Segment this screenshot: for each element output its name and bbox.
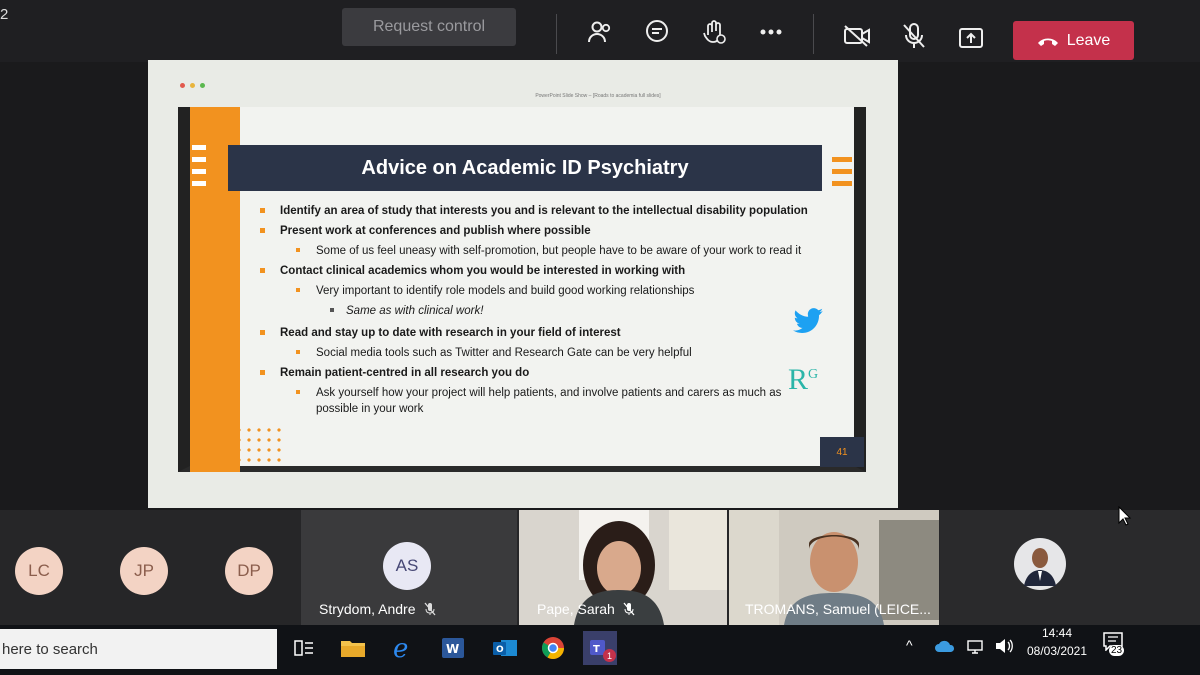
- hang-up-icon: [1037, 38, 1058, 46]
- decor-stripe: [192, 181, 206, 186]
- network-icon[interactable]: [966, 637, 986, 655]
- more-icon[interactable]: [757, 18, 785, 46]
- toolbar-divider: [556, 14, 557, 54]
- rg-letter-r: R: [788, 363, 809, 396]
- onedrive-icon[interactable]: [934, 639, 956, 653]
- taskbar-search-input[interactable]: here to search: [0, 629, 277, 669]
- rg-letter-g: G: [808, 367, 819, 382]
- twitter-logo-icon: [792, 307, 824, 340]
- decor-stripe: [192, 157, 206, 162]
- shared-screen: PowerPoint Slide Show – [Roads to academ…: [148, 60, 898, 508]
- teams-badge: 1: [603, 649, 616, 662]
- window-max-dot: [200, 83, 205, 88]
- sub-bullet-item: Very important to identify role models a…: [260, 283, 820, 299]
- participant-tile-self[interactable]: [940, 510, 1200, 625]
- share-icon[interactable]: [957, 24, 985, 52]
- raise-hand-icon[interactable]: [700, 18, 728, 46]
- avatar-photo: [1014, 538, 1066, 590]
- corner-text: 2: [0, 6, 9, 23]
- system-clock[interactable]: 14:44 08/03/2021: [1022, 624, 1092, 660]
- bullet-item: Present work at conferences and publish …: [260, 223, 820, 239]
- decor-stripe: [832, 181, 852, 186]
- action-center-icon[interactable]: 23: [1102, 631, 1128, 661]
- decor-stripe: [832, 169, 852, 174]
- bullet-item: Read and stay up to date with research i…: [260, 325, 820, 341]
- researchgate-logo-icon: RG: [788, 363, 818, 397]
- avatar: AS: [383, 542, 431, 590]
- participant-tile-sarah[interactable]: Pape, Sarah: [519, 510, 727, 625]
- chevron-up-icon[interactable]: ^: [906, 637, 913, 653]
- slideshow-caption: PowerPoint Slide Show – [Roads to academ…: [535, 93, 661, 99]
- leave-button[interactable]: Leave: [1013, 21, 1134, 60]
- slide-title: Advice on Academic ID Psychiatry: [228, 145, 822, 191]
- participant-strip: LC JP DP AS Strydom, Andre Pape, Sarah T…: [0, 506, 1200, 625]
- clock-date: 08/03/2021: [1026, 644, 1088, 658]
- bullet-item: Contact clinical academics whom you woul…: [260, 263, 820, 279]
- slide-number: 41: [820, 437, 864, 467]
- participant-name: Strydom, Andre: [319, 601, 436, 617]
- svg-text:O: O: [496, 645, 504, 655]
- windows-taskbar: here to search e W O T 1 ^ 14:44 08/03/2…: [0, 625, 1200, 675]
- participant-name-text: Pape, Sarah: [537, 601, 615, 617]
- decor-stripe: [192, 169, 206, 174]
- bullet-item: Remain patient-centred in all research y…: [260, 365, 820, 381]
- participant-avatar[interactable]: DP: [225, 547, 273, 595]
- chrome-icon[interactable]: [536, 631, 570, 665]
- task-view-icon[interactable]: [287, 631, 321, 665]
- outlook-icon[interactable]: O: [488, 631, 522, 665]
- slide-bullets: Identify an area of study that interests…: [260, 203, 820, 421]
- svg-text:T: T: [593, 644, 600, 655]
- sub-bullet-item: Some of us feel uneasy with self-promoti…: [260, 243, 820, 259]
- svg-text:e: e: [393, 635, 408, 661]
- window-min-dot: [190, 83, 195, 88]
- people-icon[interactable]: [586, 18, 614, 46]
- participant-name: TROMANS, Samuel (LEICE...: [745, 601, 931, 617]
- window-close-dot: [180, 83, 185, 88]
- file-explorer-icon[interactable]: [336, 631, 370, 665]
- clock-time: 14:44: [1041, 626, 1073, 640]
- notification-count-badge: 23: [1109, 645, 1125, 656]
- mic-off-icon: [623, 602, 635, 616]
- chat-icon[interactable]: [643, 18, 671, 46]
- sub-bullet-item: Social media tools such as Twitter and R…: [260, 345, 820, 361]
- leave-label: Leave: [1066, 31, 1111, 49]
- participant-tile-strydom[interactable]: AS Strydom, Andre: [301, 510, 517, 625]
- volume-icon[interactable]: [994, 637, 1014, 655]
- sub-sub-bullet-item: Same as with clinical work!: [260, 303, 820, 319]
- camera-off-icon[interactable]: [843, 22, 871, 50]
- toolbar-divider: [813, 14, 814, 54]
- teams-icon[interactable]: T 1: [583, 631, 617, 665]
- decor-dot-grid: [234, 425, 284, 467]
- svg-text:W: W: [446, 642, 459, 656]
- word-icon[interactable]: W: [436, 631, 470, 665]
- participant-name: Pape, Sarah: [537, 601, 635, 617]
- participant-name-text: Strydom, Andre: [319, 601, 416, 617]
- sub-bullet-item: Ask yourself how your project will help …: [260, 385, 820, 417]
- decor-stripe: [192, 145, 206, 150]
- edge-icon[interactable]: e: [386, 631, 420, 665]
- decor-stripe: [832, 157, 852, 162]
- participant-avatar[interactable]: JP: [120, 547, 168, 595]
- mouse-cursor-icon: [1118, 506, 1132, 526]
- mic-off-icon: [424, 602, 435, 616]
- presentation-slide: Advice on Academic ID Psychiatry Identif…: [178, 107, 866, 472]
- mic-off-icon[interactable]: [900, 22, 928, 50]
- bullet-item: Identify an area of study that interests…: [260, 203, 820, 219]
- meeting-toolbar: 2 Request control Leave: [0, 0, 1200, 62]
- participant-avatar[interactable]: LC: [15, 547, 63, 595]
- request-control-button[interactable]: Request control: [342, 8, 516, 46]
- participant-tile-samuel[interactable]: TROMANS, Samuel (LEICE...: [729, 510, 939, 625]
